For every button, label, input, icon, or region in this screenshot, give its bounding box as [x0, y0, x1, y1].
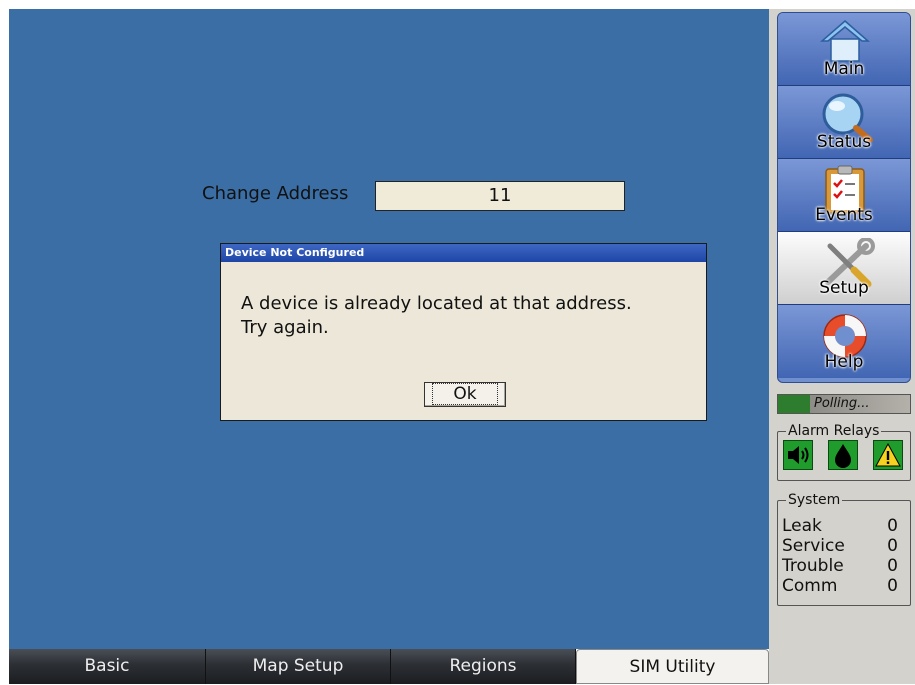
change-address-label: Change Address: [202, 183, 349, 204]
nav-events-button[interactable]: Events: [778, 159, 910, 232]
nav-main-label: Main: [823, 59, 865, 79]
system-row-label: Service: [782, 536, 845, 556]
device-not-configured-dialog: Device Not Configured A device is alread…: [220, 243, 707, 421]
sidebar: Main Status Events Setup Help Polling...…: [769, 9, 915, 684]
nav-help-button[interactable]: Help: [778, 305, 910, 378]
dialog-title: Device Not Configured: [221, 244, 706, 262]
tab-sim-utility[interactable]: SIM Utility: [576, 649, 769, 684]
system-row-value: 0: [887, 576, 898, 596]
nav-status-button[interactable]: Status: [778, 86, 910, 159]
system-row-comm: Comm 0: [782, 576, 898, 596]
dialog-message-line2: Try again.: [241, 317, 329, 338]
ok-button-label: Ok: [432, 383, 498, 405]
nav-panel: Main Status Events Setup Help: [777, 12, 911, 383]
tab-map-setup[interactable]: Map Setup: [206, 649, 391, 684]
system-row-service: Service 0: [782, 536, 898, 556]
dialog-message-line1: A device is already located at that addr…: [241, 293, 632, 314]
nav-events-label: Events: [815, 205, 873, 225]
system-row-label: Trouble: [782, 556, 844, 576]
nav-status-label: Status: [816, 132, 872, 152]
system-row-trouble: Trouble 0: [782, 556, 898, 576]
polling-status: Polling...: [777, 394, 911, 414]
home-icon: [820, 20, 870, 62]
tab-regions[interactable]: Regions: [391, 649, 576, 684]
alarm-relays-group: Alarm Relays: [777, 423, 911, 481]
nav-main-button[interactable]: Main: [778, 13, 910, 86]
alarm-relays-title: Alarm Relays: [786, 423, 882, 439]
system-title: System: [786, 492, 843, 508]
system-row-leak: Leak 0: [782, 516, 898, 536]
nav-setup-button[interactable]: Setup: [778, 232, 910, 305]
drop-icon: [828, 440, 858, 470]
tab-basic[interactable]: Basic: [9, 649, 206, 684]
ok-button[interactable]: Ok: [424, 382, 506, 407]
speaker-icon: [783, 440, 813, 470]
address-field[interactable]: 11: [375, 181, 625, 211]
system-group: System Leak 0 Service 0 Trouble 0 Comm 0: [777, 492, 911, 606]
warning-icon: [873, 440, 903, 470]
nav-help-label: Help: [824, 352, 864, 372]
system-row-value: 0: [887, 516, 898, 536]
system-row-label: Comm: [782, 576, 838, 596]
system-row-value: 0: [887, 536, 898, 556]
main-area: Change Address 11 Device Not Configured …: [9, 9, 769, 649]
nav-setup-label: Setup: [819, 278, 869, 298]
dialog-message: A device is already located at that addr…: [241, 292, 694, 340]
system-row-label: Leak: [782, 516, 822, 536]
tab-bar: Basic Map Setup Regions SIM Utility: [9, 649, 769, 684]
system-row-value: 0: [887, 556, 898, 576]
